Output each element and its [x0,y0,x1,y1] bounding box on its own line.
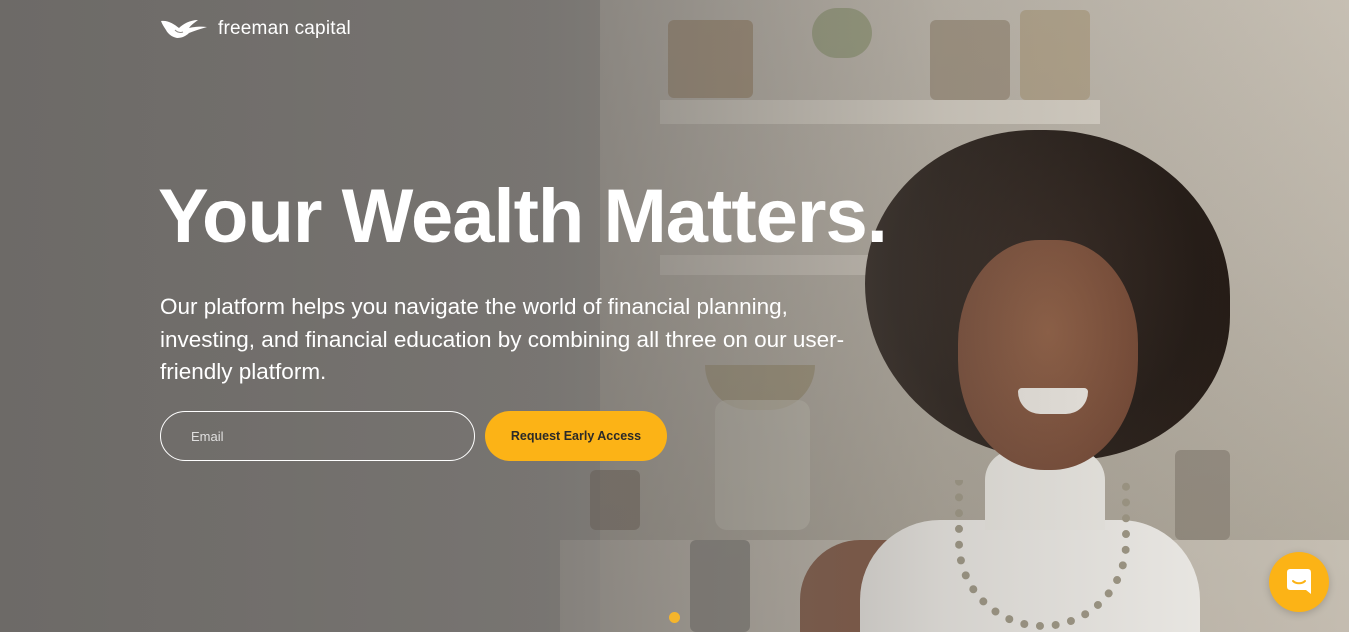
slider-dot-active[interactable] [669,612,680,623]
brand-home-link[interactable]: freeman capital [160,18,351,40]
chat-bubble-icon [1287,569,1311,594]
email-input[interactable] [160,411,475,461]
hero-headline: Your Wealth Matters. [158,174,888,259]
bird-wing-logo-icon [161,20,207,38]
hero-subtext: Our platform helps you navigate the worl… [160,294,845,384]
brand-name: freeman capital [218,18,351,39]
chat-launcher-button[interactable] [1269,552,1329,612]
request-early-access-button[interactable]: Request Early Access [485,411,667,461]
hero-section: freeman capital Your Wealth Matters. Our… [0,0,1349,632]
